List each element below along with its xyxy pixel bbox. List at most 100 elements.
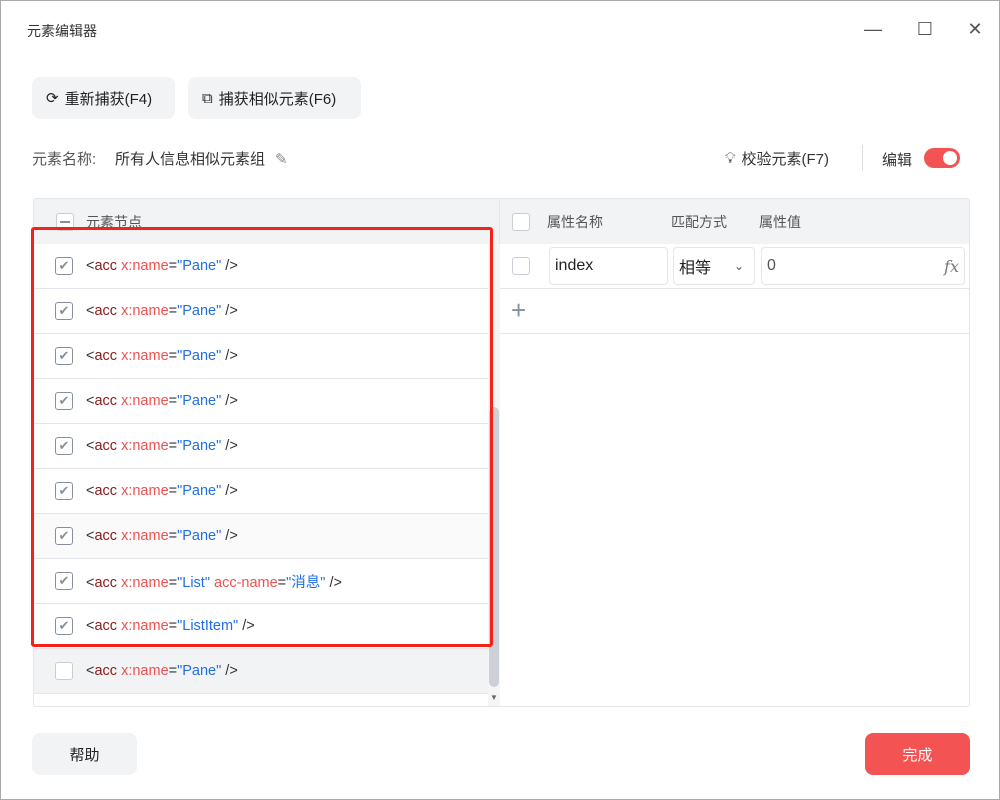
select-all-checkbox[interactable] xyxy=(56,212,74,231)
attr-row-checkbox[interactable] xyxy=(512,257,530,275)
add-attribute-icon[interactable]: + xyxy=(511,295,526,326)
node-code: <acc x:name="Pane" /> xyxy=(86,393,238,409)
add-attribute-row: + xyxy=(500,289,969,334)
node-tag: acc xyxy=(94,393,118,409)
attr-select-all-checkbox[interactable] xyxy=(512,212,530,231)
scroll-down-icon[interactable]: ▼ xyxy=(490,693,498,702)
node-code: <acc x:name="Pane" /> xyxy=(86,348,238,364)
equals: = xyxy=(168,483,178,499)
node-row[interactable]: ✔ <acc x:name="Pane" /> xyxy=(34,334,488,379)
node-tag: acc xyxy=(94,483,118,499)
node-row[interactable]: ✔ <acc x:name="ListItem" /> xyxy=(34,604,488,649)
node-tag: acc xyxy=(94,663,118,679)
node-row[interactable]: ✔ <acc x:name="List" acc-name="消息" /> xyxy=(34,559,488,604)
attr-name: x:name xyxy=(121,574,169,591)
node-code: <acc x:name="Pane" /> xyxy=(86,663,238,679)
bracket: /> xyxy=(221,258,238,274)
edit-toggle[interactable] xyxy=(924,148,960,168)
lightbulb-icon: 💡︎ xyxy=(725,150,736,167)
node-tag: acc xyxy=(94,574,118,591)
pencil-icon[interactable]: ✎ xyxy=(275,150,288,168)
attr-name: x:name xyxy=(121,438,169,454)
node-checkbox[interactable]: ✔ xyxy=(55,617,73,635)
scrollbar-thumb[interactable] xyxy=(489,407,499,687)
node-row[interactable]: ✔ <acc x:name="Pane" /> xyxy=(34,469,488,514)
bracket: /> xyxy=(221,348,238,364)
equals: = xyxy=(168,258,178,274)
title-bar: 元素编辑器 — ☐ ✕ xyxy=(1,1,1000,59)
attr-name: x:name xyxy=(121,393,169,409)
node-row[interactable]: ✔ <acc x:name="Pane" /> xyxy=(34,424,488,469)
node-row[interactable]: ✔ <acc x:name="Pane" /> xyxy=(34,379,488,424)
attr-value: "List" xyxy=(177,574,210,591)
attr-name: acc-name xyxy=(214,574,278,591)
attr-name-input[interactable]: index xyxy=(549,247,668,285)
node-code: <acc x:name="Pane" /> xyxy=(86,438,238,454)
node-tag: acc xyxy=(94,438,118,454)
attr-value: "Pane" xyxy=(177,483,222,499)
scrollbar[interactable]: ▼ xyxy=(488,244,500,706)
node-checkbox[interactable]: ✔ xyxy=(55,482,73,500)
element-name-value: 所有人信息相似元素组 xyxy=(115,151,266,168)
attr-value: "Pane" xyxy=(177,348,222,364)
bracket: /> xyxy=(221,483,238,499)
equals: = xyxy=(168,393,178,409)
node-checkbox[interactable] xyxy=(55,662,73,680)
bracket: /> xyxy=(221,303,238,319)
node-row[interactable]: ✔ <acc x:name="Pane" /> xyxy=(34,514,488,559)
bracket: /> xyxy=(238,618,255,634)
node-row[interactable]: <acc x:name="Pane" /> xyxy=(34,649,488,694)
equals: = xyxy=(168,438,178,454)
node-tag: acc xyxy=(94,618,118,634)
attr-value-text: 0 xyxy=(767,257,776,274)
attr-name: x:name xyxy=(121,258,169,274)
close-icon[interactable]: ✕ xyxy=(963,17,987,41)
capture-similar-label: 捕获相似元素(F6) xyxy=(218,90,337,108)
attr-value-input[interactable]: 0 fx xyxy=(761,247,965,285)
match-mode-select[interactable]: 相等 ⌄ xyxy=(673,247,755,285)
node-tag: acc xyxy=(94,258,118,274)
divider xyxy=(862,145,863,171)
attr-value: "消息" xyxy=(286,574,326,591)
node-code: <acc x:name="Pane" /> xyxy=(86,258,238,274)
equals: = xyxy=(168,303,178,319)
done-button[interactable]: 完成 xyxy=(865,733,970,775)
bracket: /> xyxy=(221,438,238,454)
bracket: /> xyxy=(221,663,238,679)
node-checkbox[interactable]: ✔ xyxy=(55,572,73,590)
attr-name: x:name xyxy=(121,483,169,499)
recapture-button[interactable]: ⟳ 重新捕获(F4) xyxy=(32,77,175,119)
window-icon: ⧉ xyxy=(202,89,213,107)
node-checkbox[interactable]: ✔ xyxy=(55,392,73,410)
node-checkbox[interactable]: ✔ xyxy=(55,257,73,275)
node-row[interactable]: ✔ <acc x:name="Pane" /> xyxy=(34,289,488,334)
element-node-list: 元素节点 ✔ <acc x:name="Pane" /> ✔ <acc x:name=… xyxy=(34,199,500,706)
node-header-label: 元素节点 xyxy=(86,213,142,230)
capture-similar-button[interactable]: ⧉ 捕获相似元素(F6) xyxy=(188,77,361,119)
node-tag: acc xyxy=(94,303,118,319)
attr-name: x:name xyxy=(121,303,169,319)
node-code: <acc x:name="Pane" /> xyxy=(86,528,238,544)
node-checkbox[interactable]: ✔ xyxy=(55,302,73,320)
verify-element-button[interactable]: 💡︎ 校验元素(F7) xyxy=(725,148,829,169)
attr-name: x:name xyxy=(121,663,169,679)
editor-panel: 元素节点 ✔ <acc x:name="Pane" /> ✔ <acc x:name=… xyxy=(33,198,970,707)
node-checkbox[interactable]: ✔ xyxy=(55,437,73,455)
node-tag: acc xyxy=(94,348,118,364)
element-name-row: 元素名称: 所有人信息相似元素组 ✎ xyxy=(32,148,288,169)
header-attr-name: 属性名称 xyxy=(547,213,603,230)
node-code: <acc x:name="Pane" /> xyxy=(86,483,238,499)
bracket: /> xyxy=(325,574,342,591)
node-checkbox[interactable]: ✔ xyxy=(55,347,73,365)
fx-icon[interactable]: fx xyxy=(944,257,959,276)
minimize-icon[interactable]: — xyxy=(861,17,885,41)
node-checkbox[interactable]: ✔ xyxy=(55,527,73,545)
chevron-down-icon: ⌄ xyxy=(733,259,744,273)
node-tag: acc xyxy=(94,528,118,544)
node-row[interactable]: ✔ <acc x:name="Pane" /> xyxy=(34,244,488,289)
header-match-mode: 匹配方式 xyxy=(671,213,727,230)
maximize-icon[interactable]: ☐ xyxy=(913,17,937,41)
verify-label: 校验元素(F7) xyxy=(741,151,830,168)
help-button[interactable]: 帮助 xyxy=(32,733,137,775)
bracket: /> xyxy=(221,528,238,544)
